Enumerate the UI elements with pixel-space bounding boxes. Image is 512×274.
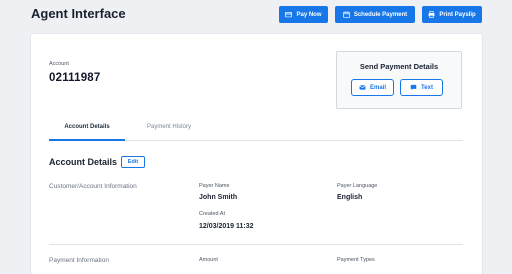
chat-bubble-icon	[410, 84, 417, 91]
payer-language-label: Payer Language	[337, 183, 378, 189]
printer-icon	[428, 11, 435, 18]
envelope-icon	[359, 85, 366, 90]
active-tab-indicator	[49, 139, 125, 141]
text-button[interactable]: Text	[400, 79, 443, 96]
schedule-payment-button[interactable]: Schedule Payment	[335, 6, 415, 23]
payment-types-label: Payment Types	[337, 257, 375, 263]
payer-name-label: Payer Name	[199, 183, 230, 189]
page-title: Agent Interface	[31, 6, 126, 21]
print-payslip-button[interactable]: Print Payslip	[422, 6, 482, 23]
pay-now-label: Pay Now	[296, 11, 322, 18]
top-bar: Agent Interface Pay Now Schedule Payment…	[0, 0, 512, 30]
created-at-value: 12/03/2019 11:32	[199, 223, 254, 230]
section-divider	[49, 244, 463, 245]
payer-name-value: John Smith	[199, 194, 238, 201]
card-icon	[285, 12, 293, 18]
pay-now-button[interactable]: Pay Now	[279, 6, 328, 23]
created-at-label: Created At	[199, 211, 225, 217]
account-number: 02111987	[49, 72, 101, 84]
amount-label: Amount	[199, 257, 218, 263]
tab-payment-history[interactable]: Payment History	[131, 124, 207, 130]
payer-language-value: English	[337, 194, 363, 201]
calendar-icon	[343, 11, 350, 18]
send-payment-title: Send Payment Details	[359, 62, 439, 71]
email-button[interactable]: Email	[351, 79, 394, 96]
payment-info-section-label: Payment Information	[49, 257, 109, 264]
customer-info-section-label: Customer/Account Information	[49, 183, 137, 190]
send-payment-details-panel: Send Payment Details Email Text	[336, 51, 462, 109]
text-label: Text	[421, 84, 433, 91]
email-label: Email	[369, 84, 386, 91]
schedule-payment-label: Schedule Payment	[353, 11, 408, 18]
account-card: Account 02111987 Send Payment Details Em…	[31, 34, 482, 274]
print-payslip-label: Print Payslip	[439, 11, 476, 18]
tab-bar: Account Details Payment History	[49, 120, 463, 141]
account-details-heading: Account Details	[49, 157, 118, 167]
account-label: Account	[49, 61, 69, 67]
tab-account-details[interactable]: Account Details	[49, 124, 125, 130]
edit-button[interactable]: Edit	[121, 156, 145, 168]
